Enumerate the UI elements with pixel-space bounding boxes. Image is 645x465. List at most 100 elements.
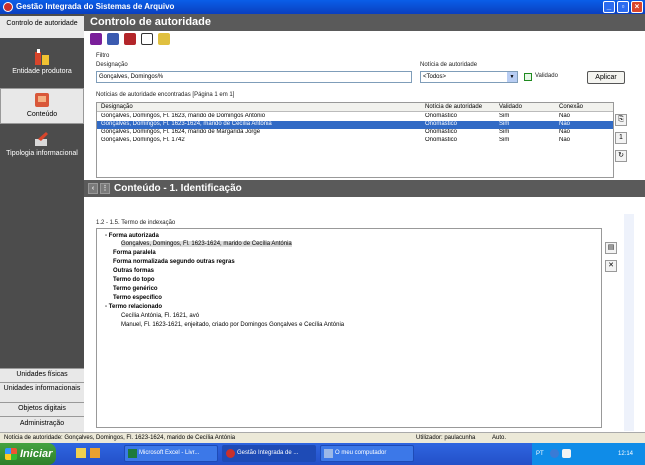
- notice-select-value: <Todos>: [423, 74, 447, 80]
- tree-leaf[interactable]: Cecília Antónia, Fl. 1621, avó: [121, 313, 199, 319]
- tree-node[interactable]: Termo específico: [113, 295, 162, 301]
- sidebar-item-unidades-informacionais[interactable]: Unidades informacionais: [0, 382, 84, 402]
- tree-node[interactable]: ▫ Termo relacionado: [105, 304, 162, 310]
- tree-node[interactable]: Outras formas: [113, 268, 154, 274]
- maximize-button[interactable]: ▫: [617, 1, 629, 13]
- tree-node[interactable]: Forma normalizada segundo outras regras: [113, 259, 235, 265]
- column-header[interactable]: Notícia de autoridade: [425, 104, 482, 110]
- cell-designation: Gonçalves, Domingos, Fl. 1623, marido de…: [101, 113, 266, 119]
- table-row[interactable]: Gonçalves, Domingos, Fl. 1624, marido de…: [97, 129, 613, 137]
- filter-icon[interactable]: [140, 33, 153, 45]
- task-label: O meu computador: [335, 450, 387, 456]
- task-excel[interactable]: Microsoft Excel - Livr...: [124, 445, 218, 462]
- sidebar-item-administracao[interactable]: Administração: [0, 416, 84, 432]
- cell-validated: Sim: [499, 113, 510, 119]
- tree-leaf[interactable]: Manuel, Fl. 1623-1621, enjeitado, criado…: [121, 322, 344, 328]
- export-icon[interactable]: ⎘: [615, 114, 627, 126]
- index-term-tree: ▫ Forma autorizada Gonçalves, Domingos, …: [96, 228, 602, 428]
- expand-icon[interactable]: ⋮: [100, 183, 110, 194]
- quicklaunch-icon[interactable]: [76, 448, 86, 458]
- sidebar-item-entidade-produtora[interactable]: Entidade produtora: [0, 48, 84, 82]
- cell-connection: Não: [559, 121, 571, 127]
- sidebar-item-objetos-digitais[interactable]: Objetos digitais: [0, 402, 84, 416]
- main-area: Controlo de autoridade Filtro Designação…: [84, 14, 645, 432]
- validated-label: Validado: [535, 73, 558, 79]
- column-header[interactable]: Conexão: [559, 104, 583, 110]
- table-row[interactable]: Gonçalves, Domingos, Fl. 1742 Onomástico…: [97, 137, 613, 145]
- quicklaunch-icon[interactable]: [90, 448, 100, 458]
- volume-icon[interactable]: [562, 449, 571, 458]
- minimize-button[interactable]: _: [603, 1, 615, 13]
- results-label: Notícias de autoridade encontradas [Pági…: [96, 92, 235, 98]
- designation-label: Designação: [96, 62, 128, 68]
- system-tray: PT 12:14: [532, 443, 645, 465]
- start-button[interactable]: Iniciar: [0, 443, 56, 465]
- sidebar-item-tipologia[interactable]: Tipologia informacional: [0, 130, 84, 164]
- sidebar-item-label: Administração: [19, 420, 65, 427]
- cell-connection: Não: [559, 113, 571, 119]
- sidebar-item-unidades-fisicas[interactable]: Unidades físicas: [0, 368, 84, 382]
- sidebar-item-label: Conteúdo: [26, 111, 58, 118]
- task-label: Gestão Integrada de ...: [237, 450, 299, 456]
- chevron-down-icon: ▼: [507, 72, 517, 82]
- sidebar-item-controlo-autoridade[interactable]: Controlo de autoridade: [0, 16, 84, 38]
- sidebar-item-label: Entidade produtora: [12, 68, 72, 75]
- refresh-icon[interactable]: ↻: [615, 150, 627, 162]
- status-mode: Auto.: [492, 435, 507, 441]
- status-record: Notícia de autoridade: Gonçalves, Doming…: [4, 435, 236, 441]
- taskbar: Iniciar Microsoft Excel - Livr... Gestão…: [0, 443, 645, 465]
- cell-notice: Onomástico: [425, 113, 458, 119]
- content-header: ‹ ⋮ Conteúdo - 1. Identificação: [84, 180, 645, 197]
- notice-label: Notícia de autoridade: [420, 62, 478, 68]
- pen-icon: [35, 132, 48, 146]
- cell-validated: Sim: [499, 129, 510, 135]
- collapse-left-icon[interactable]: ‹: [88, 183, 98, 194]
- delete-record-icon[interactable]: [123, 33, 136, 45]
- sidebar-item-label: Unidades físicas: [16, 371, 68, 378]
- cell-notice: Onomástico: [425, 129, 458, 135]
- tree-node[interactable]: Termo genérico: [113, 286, 158, 292]
- sidebar-item-label: Controlo de autoridade: [6, 20, 78, 27]
- cell-designation: Gonçalves, Domingos, Fl. 1742: [101, 137, 185, 143]
- page-title: Controlo de autoridade: [84, 14, 645, 31]
- cell-validated: Sim: [499, 137, 510, 143]
- page-number[interactable]: 1: [615, 132, 627, 144]
- sidebar: Controlo de autoridade Entidade produtor…: [0, 14, 84, 432]
- cell-validated: Sim: [499, 121, 510, 127]
- tools-icon[interactable]: [157, 33, 170, 45]
- sidebar-item-conteudo[interactable]: Conteúdo: [0, 88, 84, 124]
- tree-node[interactable]: ▫ Forma autorizada: [105, 233, 159, 239]
- language-indicator[interactable]: PT: [536, 443, 544, 465]
- task-computer[interactable]: O meu computador: [320, 445, 414, 462]
- tree-leaf[interactable]: Gonçalves, Domingos, Fl. 1623-1624, mari…: [121, 241, 292, 247]
- sidebar-item-label: Tipologia informacional: [6, 150, 78, 157]
- validated-checkbox[interactable]: [524, 73, 532, 81]
- content-scrollbar[interactable]: [624, 214, 634, 431]
- section-label: 1.2 - 1.5. Termo de indexação: [96, 220, 176, 226]
- app-icon: [226, 449, 235, 458]
- new-record-icon[interactable]: [90, 33, 102, 45]
- status-user: Utilizador: paulacunha: [416, 435, 476, 441]
- clock: 12:14: [618, 451, 634, 457]
- notice-select[interactable]: <Todos> ▼: [420, 71, 518, 83]
- column-header[interactable]: Designação: [101, 104, 133, 110]
- window-title: Gestão Integrada do Sistemas de Arquivo: [16, 2, 175, 11]
- task-gisa[interactable]: Gestão Integrada de ...: [222, 445, 316, 462]
- cell-notice: Onomástico: [425, 121, 458, 127]
- add-term-icon[interactable]: ▤: [605, 242, 617, 254]
- tree-node[interactable]: Forma paralela: [113, 250, 156, 256]
- table-row[interactable]: Gonçalves, Domingos, Fl. 1623, marido de…: [97, 113, 613, 121]
- edit-record-icon[interactable]: [106, 33, 119, 45]
- cell-notice: Onomástico: [425, 137, 458, 143]
- column-header[interactable]: Validado: [499, 104, 522, 110]
- start-label: Iniciar: [20, 448, 53, 460]
- apply-button[interactable]: Aplicar: [587, 71, 625, 84]
- network-icon[interactable]: [550, 449, 559, 458]
- remove-term-icon[interactable]: ✕: [605, 260, 617, 272]
- tree-node[interactable]: Termo do topo: [113, 277, 155, 283]
- sidebar-item-label: Unidades informacionais: [3, 385, 81, 392]
- close-button[interactable]: ×: [631, 1, 643, 13]
- designation-input[interactable]: Gonçalves, Domingos%: [96, 71, 412, 83]
- window-titlebar: Gestão Integrada do Sistemas de Arquivo …: [0, 0, 645, 14]
- table-row[interactable]: Gonçalves, Domingos, Fl. 1623-1624, mari…: [97, 121, 613, 129]
